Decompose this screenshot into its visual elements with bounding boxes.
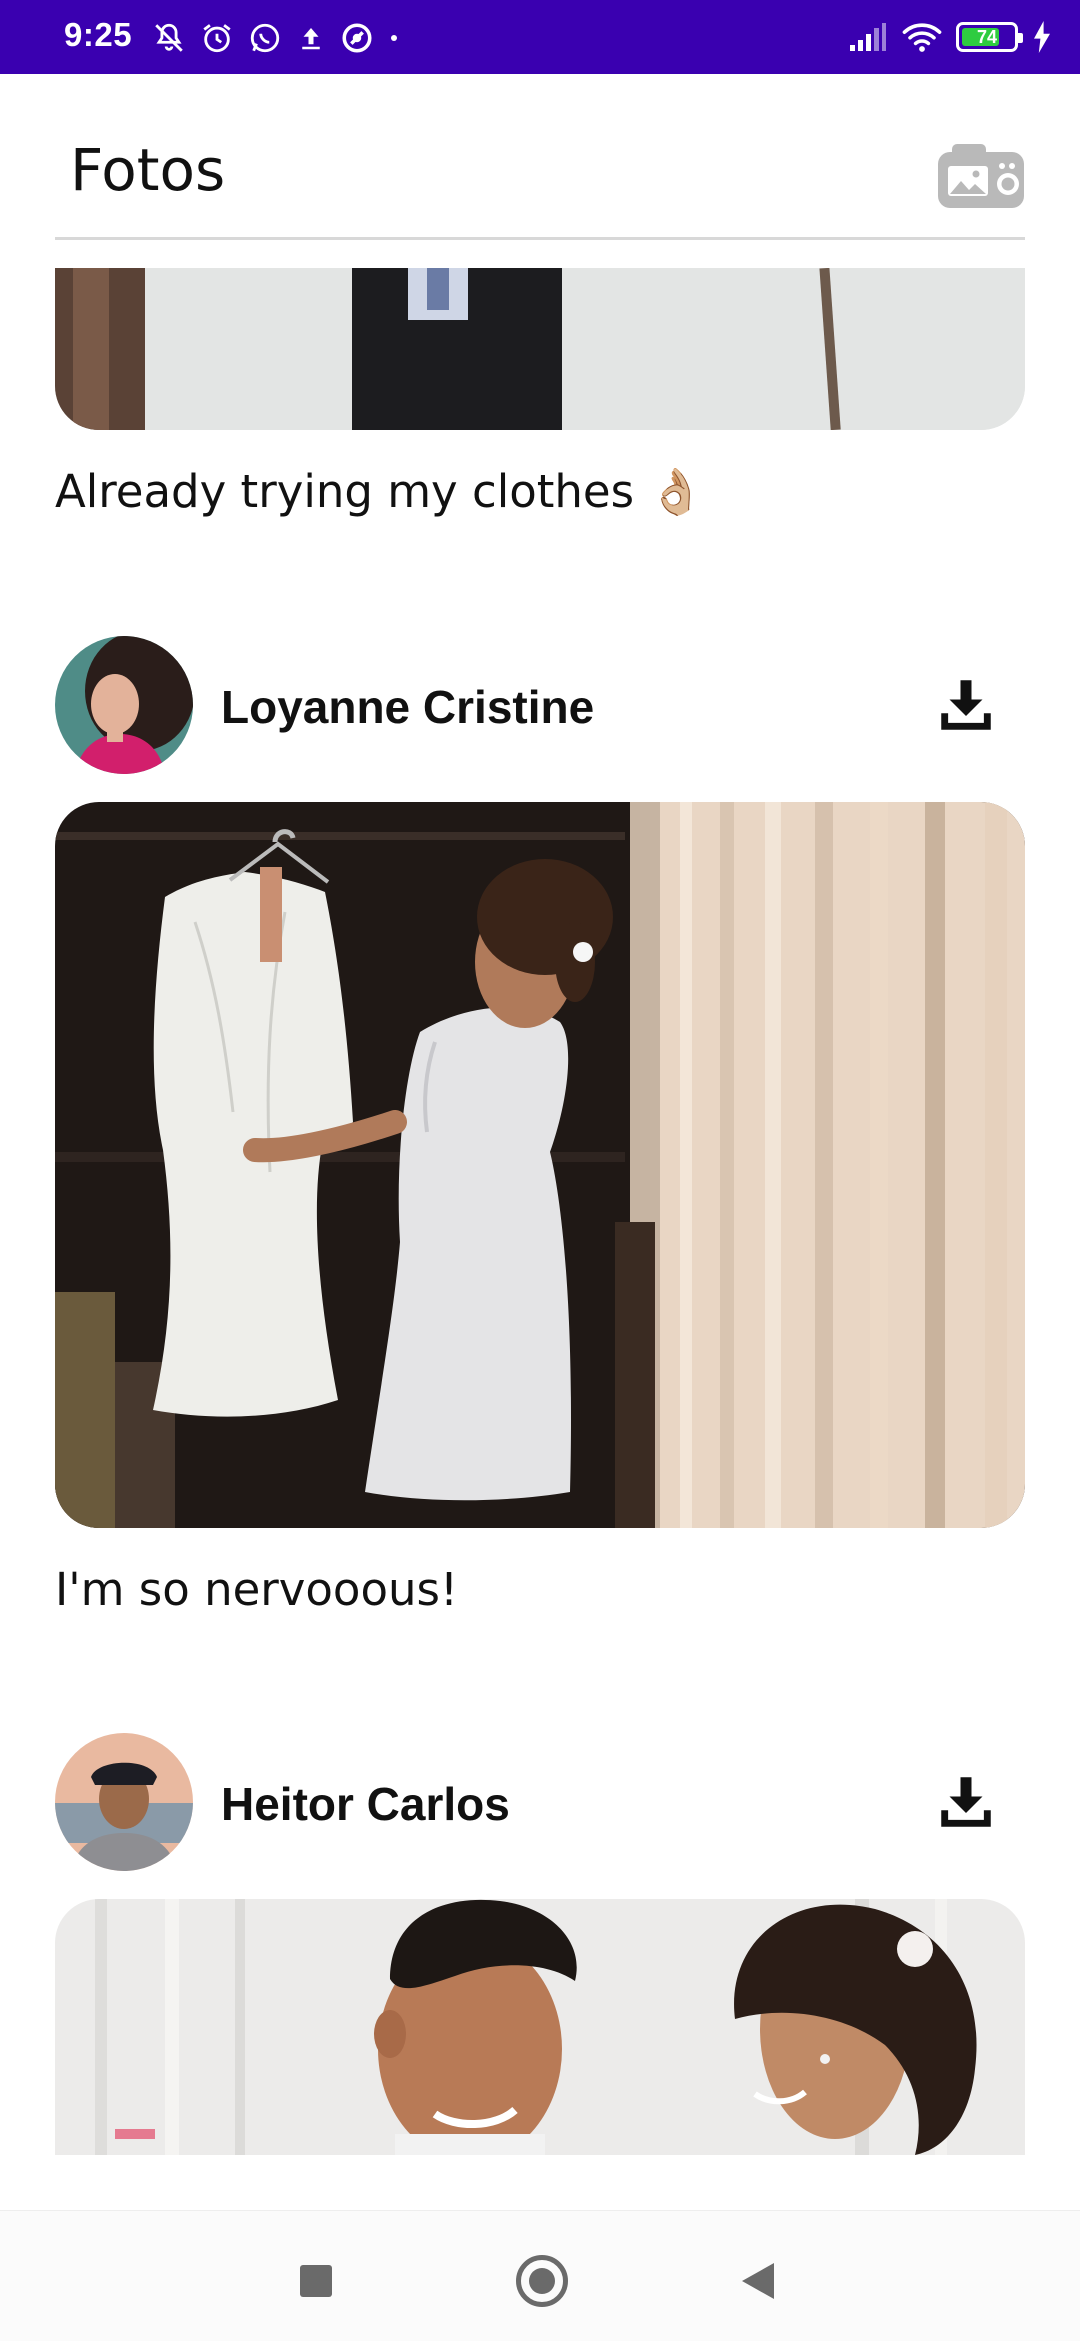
download-icon	[941, 680, 991, 730]
post-header: Loyanne Cristine	[55, 636, 1025, 776]
photo-dress-image	[55, 802, 1025, 1528]
upload-icon	[302, 28, 320, 50]
status-time: 9:25	[64, 16, 133, 53]
target-icon	[342, 23, 372, 53]
download-button[interactable]	[933, 1769, 999, 1835]
post-caption: I'm so nervooous!	[55, 1563, 459, 1616]
download-button[interactable]	[933, 672, 999, 738]
signal-icon	[850, 23, 886, 51]
post-header: Heitor Carlos	[55, 1733, 1025, 1873]
photo-suit-image	[55, 268, 1025, 430]
alarm-icon	[203, 24, 231, 53]
post-photo[interactable]	[55, 1899, 1025, 2155]
status-bar: 9:25 74	[0, 0, 1080, 74]
back-triangle-icon[interactable]	[742, 2263, 774, 2299]
header-divider	[55, 237, 1025, 240]
battery-level: 74	[976, 27, 998, 47]
wifi-icon	[902, 23, 942, 52]
post-photo[interactable]	[55, 802, 1025, 1528]
camera-button[interactable]	[936, 142, 1026, 210]
dot-icon	[391, 35, 397, 41]
square-icon[interactable]	[300, 2265, 332, 2297]
post-photo[interactable]	[55, 268, 1025, 430]
post-caption: Already trying my clothes 👌🏼	[55, 465, 705, 518]
avatar[interactable]	[55, 1733, 193, 1871]
photo-couple-image	[55, 1899, 1025, 2155]
status-icons-left	[152, 20, 400, 56]
mute-icon	[155, 23, 183, 52]
circle-icon[interactable]	[516, 2255, 568, 2307]
avatar[interactable]	[55, 636, 193, 774]
system-navigation-bar	[0, 2210, 1080, 2341]
page-title: Fotos	[70, 136, 226, 204]
author-name: Loyanne Cristine	[221, 681, 595, 733]
download-icon	[941, 1777, 991, 1827]
author-name: Heitor Carlos	[221, 1778, 510, 1830]
status-icons-right: 74	[848, 18, 1052, 56]
camera-icon	[938, 144, 1024, 208]
avatar-image	[55, 636, 193, 774]
charging-icon	[1034, 21, 1050, 53]
avatar-image	[55, 1733, 193, 1871]
battery-icon: 74	[956, 22, 1023, 52]
app-header: Fotos	[0, 74, 1080, 240]
whatsapp-icon	[250, 23, 280, 53]
